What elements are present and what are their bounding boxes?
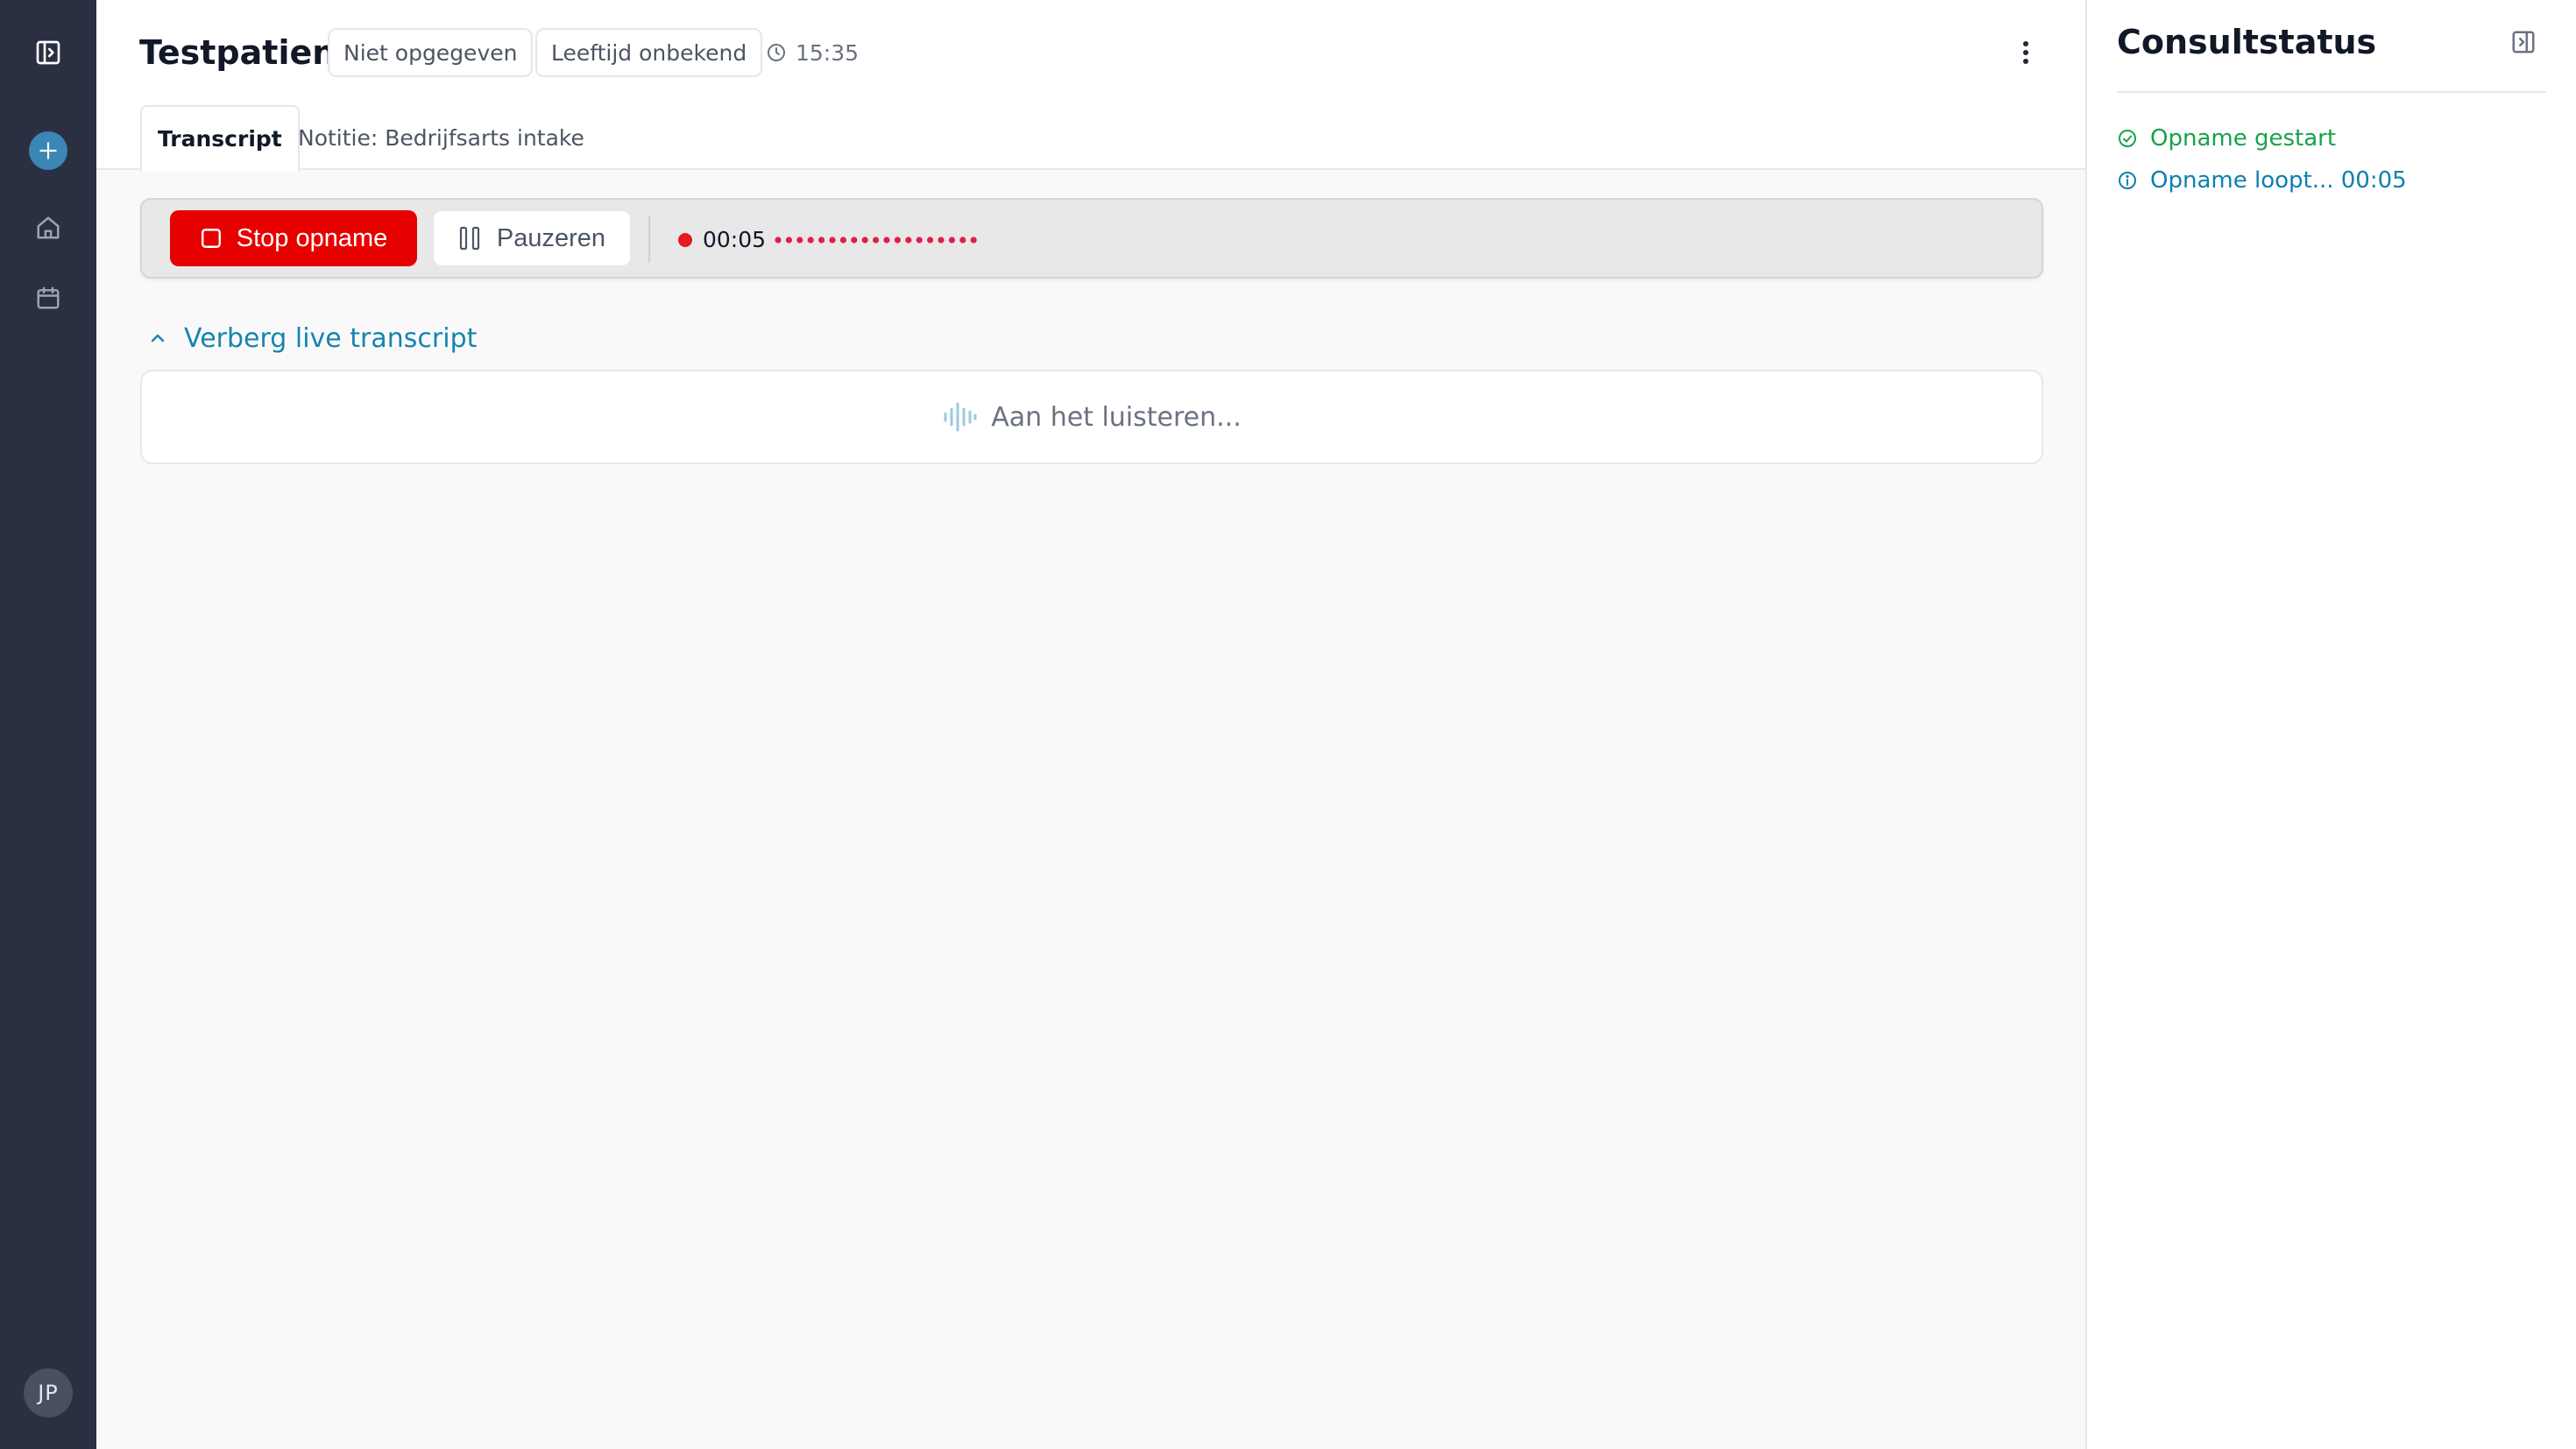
audio-wave-icon bbox=[944, 402, 977, 432]
audio-level-dot bbox=[851, 237, 858, 244]
status-item-label: Opname gestart bbox=[2150, 125, 2337, 152]
more-options-button[interactable] bbox=[2006, 33, 2045, 72]
audio-level-dot bbox=[775, 237, 782, 244]
audio-level-dot bbox=[959, 237, 966, 244]
listening-text: Aan het luisteren... bbox=[991, 401, 1242, 433]
calendar-icon bbox=[37, 286, 60, 309]
audio-level-dot bbox=[883, 237, 890, 244]
recording-bar: Stop opname Pauzeren 00:05 bbox=[140, 198, 2043, 279]
audio-level-dot bbox=[829, 237, 836, 244]
pause-recording-button[interactable]: Pauzeren bbox=[433, 210, 631, 266]
main-content: Testpatient Niet opgegeven Leeftijd onbe… bbox=[96, 0, 2085, 1449]
recording-divider bbox=[648, 216, 650, 263]
consult-status-panel: Consultstatus Opname gestart Opname loop… bbox=[2085, 0, 2576, 1449]
audio-level-meter bbox=[775, 237, 977, 244]
sidebar-toggle-button[interactable] bbox=[31, 37, 66, 68]
recording-elapsed-time: 00:05 bbox=[703, 227, 767, 252]
audio-level-dot bbox=[905, 237, 912, 244]
gender-chip: Niet opgegeven bbox=[328, 28, 534, 77]
age-chip: Leeftijd onbekend bbox=[535, 28, 763, 77]
status-item-label: Opname loopt... 00:05 bbox=[2150, 167, 2407, 194]
new-consult-button[interactable] bbox=[29, 131, 67, 170]
sidebar-toggle-icon bbox=[36, 40, 60, 65]
toggle-live-transcript[interactable]: Verberg live transcript bbox=[147, 317, 477, 359]
stop-recording-button[interactable]: Stop opname bbox=[170, 210, 417, 266]
audio-level-dot bbox=[927, 237, 934, 244]
audio-level-dot bbox=[938, 237, 945, 244]
check-circle-icon bbox=[2119, 130, 2136, 147]
audio-level-dot bbox=[807, 237, 814, 244]
audio-level-dot bbox=[970, 237, 977, 244]
recording-indicator-dot bbox=[678, 233, 692, 247]
status-item-recording-started: Opname gestart bbox=[2117, 121, 2336, 156]
user-avatar[interactable]: JP bbox=[24, 1368, 73, 1417]
collapse-panel-button[interactable] bbox=[2506, 25, 2541, 60]
status-divider bbox=[2117, 91, 2546, 93]
clock-icon bbox=[768, 44, 785, 61]
live-transcript-panel: Aan het luisteren... bbox=[140, 370, 2043, 464]
audio-level-dot bbox=[873, 237, 880, 244]
more-vertical-icon bbox=[2023, 41, 2028, 64]
toggle-live-transcript-label: Verberg live transcript bbox=[184, 322, 478, 354]
patient-header: Testpatient Niet opgegeven Leeftijd onbe… bbox=[96, 0, 2085, 172]
status-panel-title: Consultstatus bbox=[2117, 23, 2377, 61]
audio-level-dot bbox=[948, 237, 955, 244]
pause-recording-label: Pauzeren bbox=[496, 223, 606, 252]
stop-recording-label: Stop opname bbox=[236, 223, 388, 252]
audio-level-dot bbox=[894, 237, 901, 244]
home-icon bbox=[37, 216, 60, 239]
audio-level-dot bbox=[916, 237, 923, 244]
tab-transcript[interactable]: Transcript bbox=[140, 105, 300, 172]
pause-icon bbox=[459, 226, 480, 251]
home-nav-button[interactable] bbox=[31, 210, 66, 245]
consult-time-value: 15:35 bbox=[796, 39, 860, 66]
audio-level-dot bbox=[839, 237, 846, 244]
calendar-nav-button[interactable] bbox=[31, 280, 66, 315]
status-item-recording-running: Opname loopt... 00:05 bbox=[2117, 163, 2407, 198]
patient-name: Testpatient bbox=[139, 33, 352, 72]
tab-note[interactable]: Notitie: Bedrijfsarts intake bbox=[298, 105, 584, 170]
info-circle-icon bbox=[2119, 172, 2136, 189]
stop-square-icon bbox=[201, 229, 221, 248]
chevron-up-icon bbox=[151, 334, 165, 343]
audio-level-dot bbox=[785, 237, 792, 244]
audio-level-dot bbox=[818, 237, 825, 244]
panel-collapse-icon bbox=[2512, 31, 2535, 53]
audio-level-dot bbox=[861, 237, 868, 244]
consult-time: 15:35 bbox=[766, 28, 859, 77]
audio-level-dot bbox=[796, 237, 803, 244]
left-sidebar: JP bbox=[0, 0, 96, 1449]
plus-icon bbox=[39, 142, 57, 159]
